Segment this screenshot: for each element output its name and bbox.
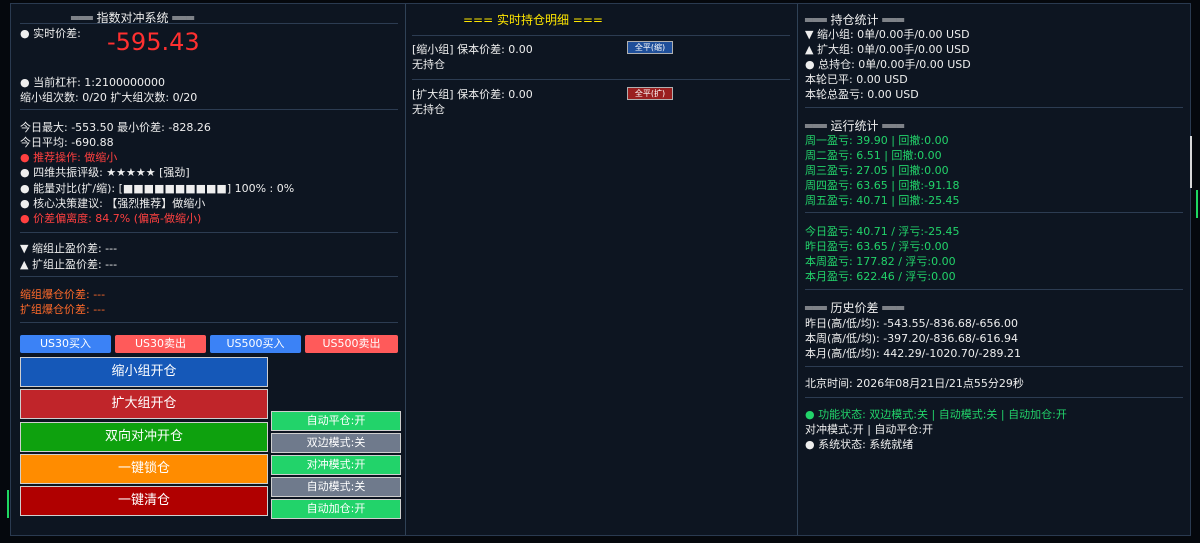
bilateral-mode-toggle[interactable]: 双边模式:关 xyxy=(271,433,401,453)
auto-mode-toggle[interactable]: 自动模式:关 xyxy=(271,477,401,497)
hedge-mode-toggle[interactable]: 对冲模式:开 xyxy=(271,455,401,475)
today-max-min: 今日最大: -553.50 最小价差: -828.26 xyxy=(20,121,211,134)
function-status: ● 功能状态: 双边模式:关 | 自动模式:关 | 自动加仓:开 xyxy=(805,408,1067,421)
shrink-open-button[interactable]: 缩小组开仓 xyxy=(20,357,268,387)
divider xyxy=(20,276,398,277)
friday-pnl: 周五盈亏: 40.71 | 回撤:-25.45 xyxy=(805,194,960,207)
positions-column: === 实时持仓明细 === [缩小组] 保本价差: 0.00 全平(缩) 无持… xyxy=(406,4,798,535)
lock-position-button[interactable]: 一键锁仓 xyxy=(20,454,268,484)
realtime-label: ● 实时价差: xyxy=(20,27,81,40)
divider xyxy=(412,79,790,80)
week-pnl: 本周盈亏: 177.82 / 浮亏:0.00 xyxy=(805,255,956,268)
auto-add-toggle[interactable]: 自动加仓:开 xyxy=(271,499,401,519)
today-average: 今日平均: -690.88 xyxy=(20,136,114,149)
divider xyxy=(20,322,398,323)
leverage-text: ● 当前杠杆: 1:2100000000 xyxy=(20,76,166,89)
scrollbar-thumb[interactable] xyxy=(1190,136,1192,188)
us500-sell-button[interactable]: US500卖出 xyxy=(305,335,398,353)
shrink-group-stat: ▼ 缩小组: 0单/0.00手/0.00 USD xyxy=(805,28,970,41)
expand-group-stat: ▲ 扩大组: 0单/0.00手/0.00 USD xyxy=(805,43,970,56)
hedge-open-button[interactable]: 双向对冲开仓 xyxy=(20,422,268,452)
expand-position-status: 无持仓 xyxy=(412,103,445,116)
tuesday-pnl: 周二盈亏: 6.51 | 回撤:0.00 xyxy=(805,149,942,162)
resonance-rating: ● 四维共振评级: ★★★★★ [强劲] xyxy=(20,166,190,179)
hedge-panel: ═══ 指数对冲系统 ═══ ● 实时价差: -595.43 ● 当前杠杆: 1… xyxy=(10,3,1191,536)
round-closed-stat: 本轮已平: 0.00 USD xyxy=(805,73,908,86)
yesterday-pnl: 昨日盈亏: 63.65 / 浮亏:0.00 xyxy=(805,240,949,253)
month-spread: 本月(高/低/均): 442.29/-1020.70/-289.21 xyxy=(805,347,1022,360)
divider xyxy=(805,289,1183,290)
round-pnl-stat: 本轮总盈亏: 0.00 USD xyxy=(805,88,919,101)
month-pnl: 本月盈亏: 622.46 / 浮亏:0.00 xyxy=(805,270,956,283)
thursday-pnl: 周四盈亏: 63.65 | 回撤:-91.18 xyxy=(805,179,960,192)
beijing-time: 北京时间: 2026年08月21日/21点55分29秒 xyxy=(805,377,1024,390)
week-spread: 本周(高/低/均): -397.20/-836.68/-616.94 xyxy=(805,332,1018,345)
realtime-spread-value: -595.43 xyxy=(107,28,200,56)
us30-buy-button[interactable]: US30买入 xyxy=(20,335,111,353)
divider xyxy=(20,232,398,233)
divider xyxy=(805,366,1183,367)
statistics-column: ═══ 持仓统计 ═══ ▼ 缩小组: 0单/0.00手/0.00 USD ▲ … xyxy=(798,4,1190,535)
monday-pnl: 周一盈亏: 39.90 | 回撤:0.00 xyxy=(805,134,949,147)
shrink-position-status: 无持仓 xyxy=(412,58,445,71)
us30-sell-button[interactable]: US30卖出 xyxy=(115,335,206,353)
divider xyxy=(805,107,1183,108)
total-position-stat: ● 总持仓: 0单/0.00手/0.00 USD xyxy=(805,58,971,71)
control-column: ═══ 指数对冲系统 ═══ ● 实时价差: -595.43 ● 当前杠杆: 1… xyxy=(11,4,406,535)
positions-title: === 实时持仓明细 === xyxy=(463,13,603,27)
divider xyxy=(805,212,1183,213)
history-title: ═══ 历史价差 ═══ xyxy=(805,301,904,315)
yesterday-spread: 昨日(高/低/均): -543.55/-836.68/-656.00 xyxy=(805,317,1018,330)
divider xyxy=(20,23,398,24)
edge-marker xyxy=(1196,190,1198,218)
group-counts: 缩小组次数: 0/20 扩大组次数: 0/20 xyxy=(20,91,198,104)
close-all-button[interactable]: 一键清仓 xyxy=(20,486,268,516)
auto-close-toggle[interactable]: 自动平仓:开 xyxy=(271,411,401,431)
hedge-autoclose-status: 对冲模式:开 | 自动平仓:开 xyxy=(805,423,934,436)
system-status: ● 系统状态: 系统就绪 xyxy=(805,438,914,451)
expand-open-button[interactable]: 扩大组开仓 xyxy=(20,389,268,419)
divider xyxy=(412,35,790,36)
deviation-text: ● 价差偏离度: 84.7% (偏高-做缩小) xyxy=(20,212,202,225)
expand-liquidation: 扩组爆仓价差: --- xyxy=(20,303,106,316)
expand-take-profit: ▲ 扩组止盈价差: --- xyxy=(20,258,118,271)
us500-buy-button[interactable]: US500买入 xyxy=(210,335,301,353)
close-shrink-button[interactable]: 全平(缩) xyxy=(627,41,673,54)
shrink-take-profit: ▼ 缩组止盈价差: --- xyxy=(20,242,118,255)
shrink-liquidation: 缩组爆仓价差: --- xyxy=(20,288,106,301)
wednesday-pnl: 周三盈亏: 27.05 | 回撤:0.00 xyxy=(805,164,949,177)
expand-breakeven: [扩大组] 保本价差: 0.00 xyxy=(412,88,533,101)
close-expand-button[interactable]: 全平(扩) xyxy=(627,87,673,100)
recommend-operation: ● 推荐操作: 做缩小 xyxy=(20,151,118,164)
today-pnl: 今日盈亏: 40.71 / 浮亏:-25.45 xyxy=(805,225,960,238)
edge-marker xyxy=(7,490,9,518)
divider xyxy=(20,109,398,110)
energy-ratio: ● 能量对比(扩/缩): [■■■■■■■■■■] 100% : 0% xyxy=(20,182,295,195)
core-decision: ● 核心决策建议: 【强烈推荐】做缩小 xyxy=(20,197,206,210)
shrink-breakeven: [缩小组] 保本价差: 0.00 xyxy=(412,43,533,56)
divider xyxy=(805,397,1183,398)
